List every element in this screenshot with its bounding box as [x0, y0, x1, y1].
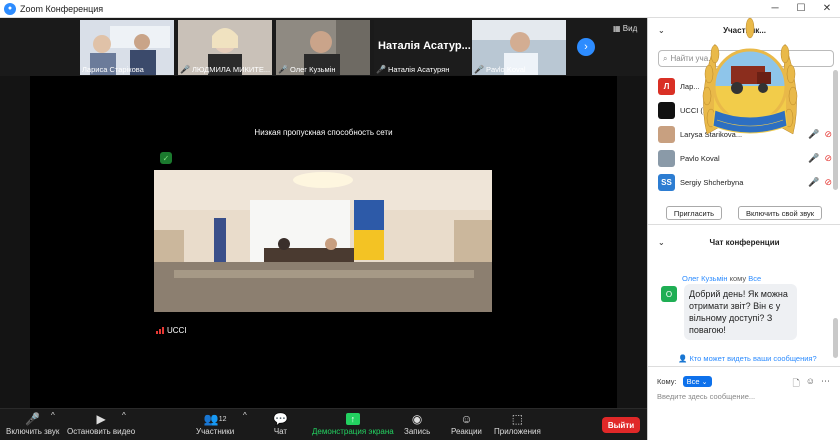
video-options-caret[interactable]: ^ [122, 411, 126, 420]
chat-bubble-icon: 💬 [273, 412, 288, 426]
muted-mic-icon: 🎤 [474, 65, 484, 74]
apps-button[interactable]: ⬚ Приложения [494, 411, 541, 436]
active-speaker-stage: Низкая пропускная способность сети ✓ UCC… [30, 76, 617, 408]
close-button[interactable]: ✕ [814, 3, 840, 14]
thumbnail-name: 🎤 Pavlo Koval [474, 65, 526, 74]
avatar [658, 149, 675, 167]
speaker-video [154, 170, 492, 312]
thumbnail-0[interactable]: Лариса Старікова [80, 20, 174, 75]
avatar: О [661, 286, 677, 302]
thumbnail-name: Лариса Старікова [82, 65, 144, 74]
thumbnail-name: 🎤 Наталія Асатурян [376, 65, 450, 74]
next-page-button[interactable]: › [577, 38, 595, 56]
maximize-button[interactable]: ☐ [788, 3, 814, 14]
chat-recipient: Кому: Все ⌄ [657, 376, 712, 387]
thumbnail-name: 🎤 ЛЮДМИЛА МИКИТЕ... [180, 65, 271, 74]
chevron-down-icon: ⌄ [701, 379, 708, 386]
minimize-button[interactable]: ─ [762, 3, 788, 14]
low-bandwidth-notice: Низкая пропускная способность сети [254, 128, 393, 137]
chat-button[interactable]: 💬 Чат [273, 411, 288, 436]
thumbnail-1[interactable]: 🎤 ЛЮДМИЛА МИКИТЕ... [178, 20, 272, 75]
avatar [658, 125, 675, 143]
search-icon: ⌕ [663, 53, 668, 63]
share-screen-icon: ↑ [345, 411, 360, 427]
file-icon[interactable]: 🗋 [793, 376, 800, 392]
meeting-toolbar: 🎤 Включить звук ^ ▶ Остановить видео ^ 👥… [0, 408, 647, 440]
agrarian-union-seal-logo [702, 17, 798, 135]
window-controls: ─ ☐ ✕ [762, 3, 840, 14]
leave-button[interactable]: Выйти [602, 417, 640, 433]
avatar: Л [658, 77, 675, 95]
participants-options-caret[interactable]: ^ [243, 411, 247, 420]
record-icon: ◉ [411, 412, 423, 426]
video-off-icon: ⊘ [824, 152, 832, 163]
signal-bars-icon [156, 327, 164, 334]
view-button[interactable]: ▦ Вид [613, 24, 637, 33]
video-off-icon: ⊘ [824, 128, 832, 139]
people-icon: 👥 12 [203, 412, 227, 426]
avatar [658, 101, 675, 119]
invite-button[interactable]: Пригласить [666, 206, 722, 220]
recipient-select[interactable]: Все ⌄ [682, 376, 712, 387]
chat-scrollbar[interactable] [833, 318, 838, 358]
more-icon[interactable]: ⋯ [821, 376, 830, 392]
message-sender: Олег Кузьмін кому Все [682, 274, 762, 283]
participants-scrollbar[interactable] [833, 70, 838, 190]
divider [648, 366, 840, 367]
muted-mic-icon: 🎤 [808, 128, 820, 139]
muted-mic-icon: 🎤 [25, 412, 41, 426]
participant-row[interactable]: SS Sergiy Shcherbyna 🎤 ⊘ [658, 170, 834, 194]
speaker-label: UCCI [156, 326, 187, 335]
thumbnail-2[interactable]: 🎤 Олег Кузьмін [276, 20, 370, 75]
participants-button[interactable]: 👥 12 Участники [196, 411, 234, 436]
video-camera-icon: ▶ [96, 412, 106, 426]
muted-mic-icon: 🎤 [278, 65, 288, 74]
smiley-plus-icon: ☺ [460, 412, 473, 426]
muted-mic-icon: 🎤 [808, 152, 820, 163]
audio-options-caret[interactable]: ^ [51, 411, 55, 420]
share-screen-button[interactable]: ↑ Демонстрация экрана [312, 411, 394, 436]
window-title: Zoom Конференция [20, 3, 104, 14]
thumbnail-big-name: Наталія Асатур... [378, 40, 471, 52]
conference-room-image [154, 170, 492, 312]
thumbnail-strip: Лариса Старікова 🎤 ЛЮДМИЛА МИКИТЕ... 🎤 Оле… [0, 18, 647, 76]
chat-input[interactable]: Введите здесь сообщение... [657, 392, 755, 401]
apps-icon: ⬚ [511, 412, 524, 426]
avatar: SS [658, 173, 675, 191]
chat-header: ⌄ Чат конференции [658, 237, 780, 247]
muted-mic-icon: 🎤 [376, 65, 386, 74]
record-button[interactable]: ◉ Запись [404, 411, 430, 436]
reactions-button[interactable]: ☺ Реакции [451, 411, 482, 436]
zoom-logo-icon: ● [4, 2, 16, 15]
divider [648, 224, 840, 225]
thumbnail-4[interactable]: 🎤 Pavlo Koval [472, 20, 566, 75]
muted-mic-icon: 🎤 [808, 176, 820, 187]
chevron-down-icon[interactable]: ⌄ [658, 238, 665, 247]
shield-icon: ✓ [160, 152, 172, 164]
chat-message: Добрий день! Як можна отримати звіт? Він… [684, 284, 797, 340]
who-can-see-link[interactable]: 👤 Кто может видеть ваши сообщения? [678, 354, 817, 363]
muted-mic-icon: 🎤 [180, 65, 190, 74]
video-off-icon: ⊘ [824, 176, 832, 187]
emoji-icon[interactable]: ☺ [806, 376, 815, 392]
chevron-down-icon[interactable]: ⌄ [658, 26, 665, 35]
chat-tools: 🗋 ☺ ⋯ [793, 376, 830, 392]
meeting-area: Лариса Старікова 🎤 ЛЮДМИЛА МИКИТЕ... 🎤 Оле… [0, 18, 647, 408]
unmute-self-button[interactable]: Включить свой звук [738, 206, 822, 220]
thumbnail-name: 🎤 Олег Кузьмін [278, 65, 336, 74]
